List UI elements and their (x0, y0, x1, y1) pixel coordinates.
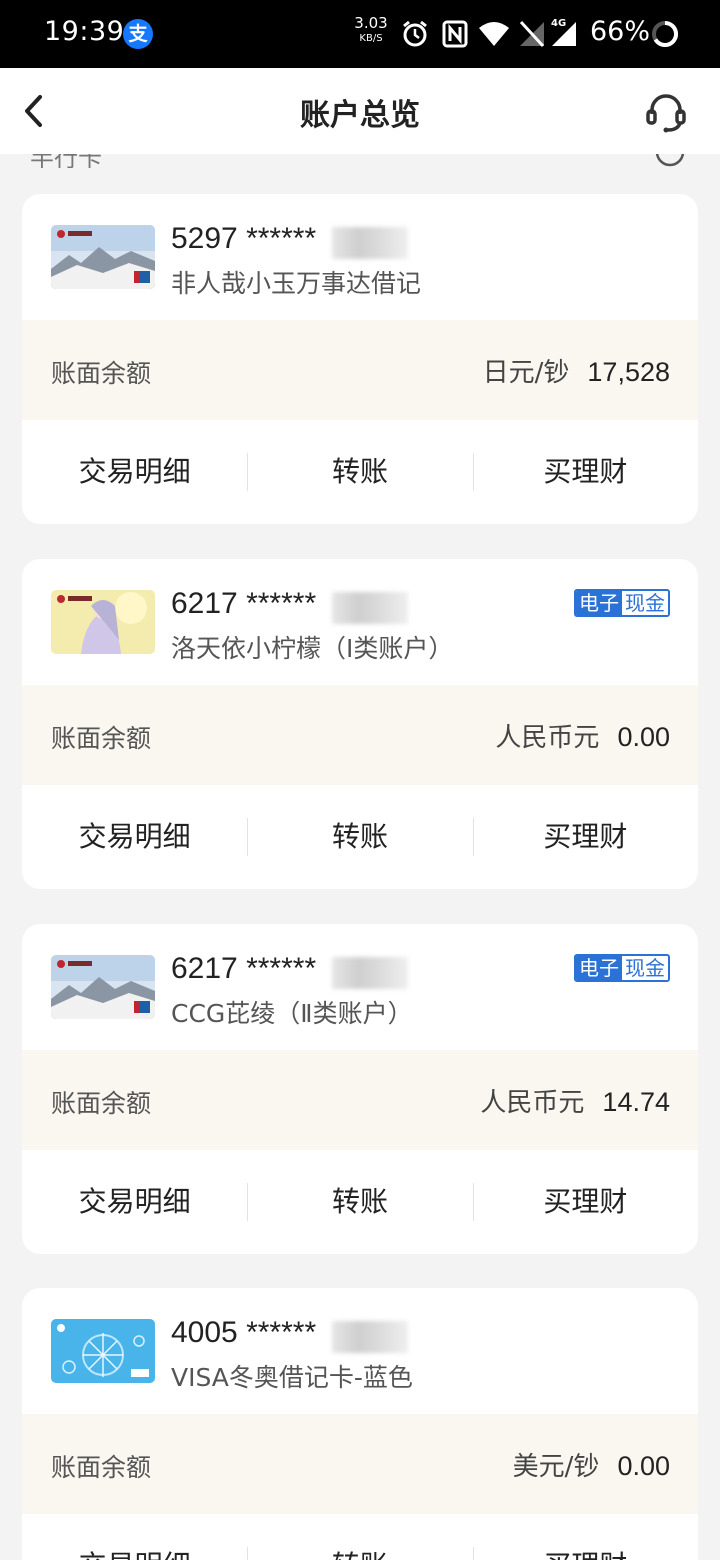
card-number: 6217 ****** (171, 587, 317, 620)
masked-number-blur (332, 592, 408, 624)
card-number: 5297 ****** (171, 222, 317, 255)
page-title: 账户总览 (300, 98, 420, 133)
section-toggle-icon[interactable] (654, 154, 686, 168)
account-card[interactable]: 6217 ****** 电子 现金 洛天依小柠檬（Ⅰ类账户） 账面余额 人民币元… (22, 559, 698, 889)
balance-label: 账面余额 (51, 359, 152, 388)
balance-label: 账面余额 (51, 1453, 152, 1482)
network-speed-value: 3.03 (354, 14, 388, 32)
balance-currency: 日元/钞 (482, 358, 570, 388)
card-name: CCG芘绫（Ⅱ类账户） (171, 999, 413, 1028)
buy-wealth-button[interactable]: 买理财 (472, 420, 698, 524)
top-nav-bar: 账户总览 (0, 68, 720, 154)
signal-icon (552, 22, 576, 46)
account-card[interactable]: 6217 ****** 电子 现金 CCG芘绫（Ⅱ类账户） 账面余额 人民币元 1… (22, 924, 698, 1254)
balance-amount: 0.00 (617, 722, 670, 752)
balance-currency: 人民币元 (480, 1088, 585, 1118)
card-name: 洛天依小柠檬（Ⅰ类账户） (171, 634, 454, 663)
customer-service-headset-icon[interactable] (644, 90, 688, 134)
balance-currency: 美元/钞 (512, 1452, 600, 1482)
account-card[interactable]: 4005 ****** VISA冬奥借记卡-蓝色 账面余额 美元/钞 0.00 交… (22, 1288, 698, 1560)
transfer-button[interactable]: 转账 (247, 1514, 472, 1560)
status-time: 19:39 (44, 16, 125, 47)
badge-cash: 现金 (622, 956, 668, 980)
account-card[interactable]: 5297 ****** 非人哉小玉万事达借记 账面余额 日元/钞 17,528 交… (22, 194, 698, 524)
card-actions: 交易明细 转账 买理财 (22, 785, 698, 889)
e-cash-badge: 电子 现金 (574, 589, 670, 617)
card-name: 非人哉小玉万事达借记 (171, 269, 422, 298)
buy-wealth-button[interactable]: 买理财 (472, 1514, 698, 1560)
card-number: 6217 ****** (171, 952, 317, 985)
anime-character-card-thumbnail (51, 590, 155, 654)
balance-amount: 17,528 (587, 357, 670, 387)
balance-label: 账面余额 (51, 724, 152, 753)
account-card-header[interactable]: 5297 ****** 非人哉小玉万事达借记 (22, 194, 698, 320)
balance-amount: 14.74 (602, 1087, 670, 1117)
badge-cash: 现金 (622, 591, 668, 615)
alipay-notification-icon: 支 (123, 19, 153, 49)
card-actions: 交易明细 转账 买理财 (22, 1150, 698, 1254)
great-wall-card-thumbnail (51, 955, 155, 1019)
transaction-details-button[interactable]: 交易明细 (22, 785, 247, 889)
card-actions: 交易明细 转账 买理财 (22, 420, 698, 524)
wifi-icon (479, 22, 509, 46)
buy-wealth-button[interactable]: 买理财 (472, 1150, 698, 1254)
nfc-icon (442, 20, 468, 48)
network-speed: 3.03 KB/S (352, 16, 390, 44)
section-title: 半行卡 (30, 154, 102, 168)
balance-row: 账面余额 人民币元 0.00 (22, 685, 698, 785)
transfer-button[interactable]: 转账 (247, 1150, 472, 1254)
masked-number-blur (332, 1321, 408, 1353)
status-bar: 19:39 支 3.03 KB/S 4G 66% (0, 0, 720, 68)
winter-olympics-card-thumbnail (51, 1319, 155, 1383)
balance-row: 账面余额 美元/钞 0.00 (22, 1414, 698, 1514)
battery-ring-icon (652, 20, 678, 47)
account-card-header[interactable]: 4005 ****** VISA冬奥借记卡-蓝色 (22, 1288, 698, 1414)
transaction-details-button[interactable]: 交易明细 (22, 1150, 247, 1254)
badge-electronic: 电子 (576, 956, 622, 980)
account-list[interactable]: 5297 ****** 非人哉小玉万事达借记 账面余额 日元/钞 17,528 交… (0, 154, 720, 1560)
transfer-button[interactable]: 转账 (247, 785, 472, 889)
badge-electronic: 电子 (576, 591, 622, 615)
transaction-details-button[interactable]: 交易明细 (22, 420, 247, 524)
masked-number-blur (332, 227, 408, 259)
great-wall-card-thumbnail (51, 225, 155, 289)
transfer-button[interactable]: 转账 (247, 420, 472, 524)
account-card-header[interactable]: 6217 ****** 电子 现金 洛天依小柠檬（Ⅰ类账户） (22, 559, 698, 685)
buy-wealth-button[interactable]: 买理财 (472, 785, 698, 889)
masked-number-blur (332, 957, 408, 989)
e-cash-badge: 电子 现金 (574, 954, 670, 982)
account-card-header[interactable]: 6217 ****** 电子 现金 CCG芘绫（Ⅱ类账户） (22, 924, 698, 1050)
balance-label: 账面余额 (51, 1089, 152, 1118)
no-signal-sim-icon (519, 20, 545, 48)
balance-amount: 0.00 (617, 1451, 670, 1481)
network-speed-unit: KB/S (359, 33, 383, 44)
card-actions: 交易明细 转账 买理财 (22, 1514, 698, 1560)
card-number: 4005 ****** (171, 1316, 317, 1349)
balance-row: 账面余额 人民币元 14.74 (22, 1050, 698, 1150)
balance-currency: 人民币元 (495, 723, 600, 753)
transaction-details-button[interactable]: 交易明细 (22, 1514, 247, 1560)
alarm-icon (403, 20, 427, 47)
balance-row: 账面余额 日元/钞 17,528 (22, 320, 698, 420)
battery-percent: 66% (590, 16, 651, 47)
section-title-peek: 半行卡 (0, 154, 720, 168)
card-name: VISA冬奥借记卡-蓝色 (171, 1363, 413, 1392)
